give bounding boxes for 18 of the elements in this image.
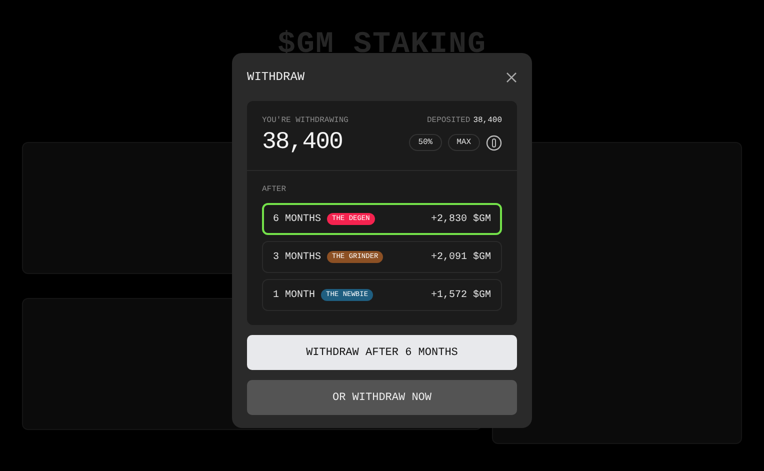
reward-amount: +2,830 $GM — [430, 214, 491, 224]
deposited-value: 38,400 — [473, 116, 502, 125]
reward-amount: +2,091 $GM — [430, 252, 491, 262]
duration-label: 3 MONTHS — [273, 252, 322, 262]
amount-label: YOU'RE WITHDRAWING — [262, 116, 348, 125]
after-label: AFTER — [262, 185, 288, 194]
withdraw-later-button[interactable]: WITHDRAW AFTER 6 MONTHS — [247, 335, 517, 370]
duration-label: 6 MONTHS — [273, 214, 322, 224]
amount-preset-button[interactable]: MAX — [448, 134, 480, 151]
coin-icon[interactable] — [486, 134, 502, 150]
deposited-label: DEPOSITED — [426, 116, 470, 125]
dialog-title: WITHDRAW — [247, 70, 305, 84]
reward-amount: +1,572 $GM — [430, 290, 491, 300]
duration-label: 1 MONTH — [273, 290, 316, 300]
amount-preset-button[interactable]: 50% — [409, 134, 442, 151]
close-icon[interactable] — [506, 72, 517, 82]
amount-value: 38,400 — [262, 129, 342, 156]
withdraw-now-button[interactable]: OR WITHDRAW NOW — [247, 380, 517, 415]
